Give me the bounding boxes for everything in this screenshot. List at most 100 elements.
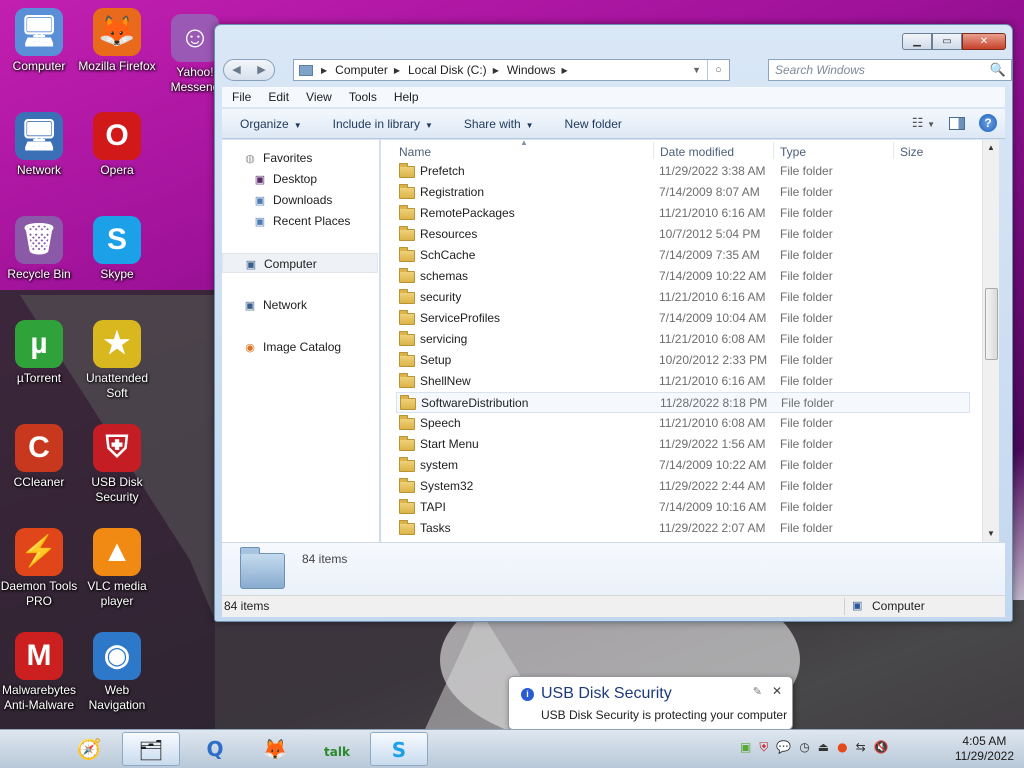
file-row[interactable]: Tasks 11/29/2022 2:07 AM File folder	[381, 518, 999, 539]
nav-image-catalog[interactable]: ◉ Image Catalog	[222, 337, 378, 357]
close-button[interactable]: ✕	[962, 33, 1006, 50]
file-row[interactable]: System32 11/29/2022 2:44 AM File folder	[381, 476, 999, 497]
desktop-icon-star[interactable]: ★ Unattended Soft	[78, 320, 156, 401]
file-row[interactable]: ServiceProfiles 7/14/2009 10:04 AM File fo…	[381, 308, 999, 329]
refresh-icon[interactable]: ○	[707, 60, 729, 80]
search-icon[interactable]: 🔍	[990, 62, 1006, 78]
file-row[interactable]: Setup 10/20/2012 2:33 PM File folder	[381, 350, 999, 371]
view-options-icon[interactable]: ☷ ▼	[912, 115, 935, 131]
desktop-icon-firefox[interactable]: 🦊 Mozilla Firefox	[78, 8, 156, 74]
desktop-icon-vlc[interactable]: ▲ VLC media player	[78, 528, 156, 609]
desktop-icon-utorrent[interactable]: µ µTorrent	[0, 320, 78, 386]
desktop-icon-label: CCleaner	[13, 475, 65, 489]
recent-places-icon: ▣	[254, 216, 266, 228]
pin-icon[interactable]: ✎	[753, 685, 762, 698]
clock-icon[interactable]: ◷	[799, 740, 809, 755]
desktop-icon-network[interactable]: 🖥 Network	[0, 112, 78, 178]
file-row[interactable]: SchCache 7/14/2009 7:35 AM File folder	[381, 245, 999, 266]
column-name[interactable]: Name	[399, 145, 431, 159]
tray-app-icon[interactable]: ▣	[740, 740, 751, 755]
menu-tools[interactable]: Tools	[339, 90, 384, 104]
menu-edit[interactable]: Edit	[258, 90, 296, 104]
menu-help[interactable]: Help	[384, 90, 426, 104]
breadcrumb-local-disk[interactable]: Local Disk (C:)	[408, 63, 487, 77]
share-with-button[interactable]: Share with ▼	[446, 117, 547, 131]
nav-downloads[interactable]: ▣ Downloads	[222, 190, 378, 210]
desktop-icon-skype[interactable]: S Skype	[78, 216, 156, 282]
nav-desktop[interactable]: ▣ Desktop	[222, 169, 378, 189]
taskbar-firefox-button[interactable]: 🦊	[246, 732, 304, 766]
taskbar-quicktime-button[interactable]: Q	[186, 732, 244, 766]
network-icon[interactable]: ⇆	[856, 740, 866, 755]
desktop-icon-opera[interactable]: O Opera	[78, 112, 156, 178]
help-icon[interactable]: ?	[979, 114, 997, 132]
taskbar-safari-button[interactable]: 🧭	[60, 732, 118, 766]
taskbar-skype-button[interactable]: S	[370, 732, 428, 766]
usb-security-notification[interactable]: i USB Disk Security USB Disk Security is…	[508, 676, 793, 739]
taskbar-apple-button[interactable]	[0, 732, 58, 766]
column-type[interactable]: Type	[780, 145, 806, 159]
forward-button[interactable]: ▶	[249, 60, 274, 80]
file-row[interactable]: Registration 7/14/2009 8:07 AM File folder	[381, 182, 999, 203]
file-name: Tasks	[420, 521, 451, 535]
minimize-button[interactable]: ▁	[902, 33, 932, 50]
scroll-thumb[interactable]	[985, 288, 998, 360]
maximize-button[interactable]: ▭	[932, 33, 962, 50]
address-dropdown-icon[interactable]: ▼	[692, 65, 701, 75]
file-row[interactable]: security 11/21/2010 6:16 AM File folder	[381, 287, 999, 308]
status-location: Computer	[872, 599, 925, 613]
alert-icon[interactable]: ●	[837, 740, 847, 755]
nav-computer[interactable]: ▣ Computer	[222, 253, 378, 273]
desktop-icon-malwarebytes[interactable]: M Malwarebytes Anti-Malware	[0, 632, 78, 713]
desktop-icon-shield[interactable]: ⛨ USB Disk Security	[78, 424, 156, 505]
taskbar-explorer-button[interactable]: 🗂	[122, 732, 180, 766]
file-date: 11/29/2022 2:07 AM	[659, 521, 766, 535]
back-button[interactable]: ◀	[224, 60, 249, 80]
taskbar-google-talk-button[interactable]: talk	[308, 732, 366, 766]
file-row[interactable]: ShellNew 11/21/2010 6:16 AM File folder	[381, 371, 999, 392]
desktop-icon-daemon-tools[interactable]: ⚡ Daemon Tools PRO	[0, 528, 78, 609]
menu-file[interactable]: File	[222, 90, 258, 104]
volume-muted-icon[interactable]: 🔇	[874, 740, 889, 755]
clock[interactable]: 4:05 AM 11/29/2022	[955, 734, 1014, 764]
scroll-up-icon[interactable]: ▲	[983, 140, 999, 156]
downloads-icon: ▣	[254, 195, 266, 207]
toolbar-right: ☷ ▼ ?	[912, 114, 997, 132]
column-size[interactable]: Size	[900, 145, 923, 159]
file-row[interactable]: servicing 11/21/2010 6:08 AM File folder	[381, 329, 999, 350]
file-row[interactable]: Speech 11/21/2010 6:08 AM File folder	[381, 413, 999, 434]
nav-favorites[interactable]: ◍ Favorites	[222, 148, 378, 168]
eject-icon[interactable]: ⏏	[818, 740, 829, 755]
file-row[interactable]: RemotePackages 11/21/2010 6:16 AM File fol…	[381, 203, 999, 224]
search-input[interactable]: Search Windows 🔍	[768, 59, 1012, 81]
breadcrumb-windows[interactable]: Windows	[507, 63, 556, 77]
column-date-modified[interactable]: Date modified	[660, 145, 734, 159]
new-folder-button[interactable]: New folder	[547, 117, 635, 131]
file-row[interactable]: Resources 10/7/2012 5:04 PM File folder	[381, 224, 999, 245]
desktop-icon-ccleaner[interactable]: C CCleaner	[0, 424, 78, 490]
firefox-icon: 🦊	[262, 737, 288, 761]
file-row[interactable]: TAPI 7/14/2009 10:16 AM File folder	[381, 497, 999, 518]
chat-icon[interactable]: 💬	[776, 740, 791, 755]
folder-icon	[399, 226, 415, 241]
shield-icon[interactable]: ⛨	[759, 740, 768, 755]
nav-network[interactable]: ▣ Network	[222, 295, 378, 315]
file-row[interactable]: Prefetch 11/29/2022 3:38 AM File folder	[381, 161, 999, 182]
vertical-scrollbar[interactable]: ▲ ▼	[982, 140, 999, 542]
menu-view[interactable]: View	[296, 90, 339, 104]
desktop-icon-computer[interactable]: 🖥 Computer	[0, 8, 78, 74]
nav-recent-places[interactable]: ▣ Recent Places	[222, 211, 378, 231]
breadcrumb-computer[interactable]: Computer	[335, 63, 388, 77]
file-row[interactable]: schemas 7/14/2009 10:22 AM File folder	[381, 266, 999, 287]
file-row[interactable]: Start Menu 11/29/2022 1:56 AM File folder	[381, 434, 999, 455]
address-bar[interactable]: ▶ Computer ▶ Local Disk (C:) ▶ Windows ▶…	[293, 59, 730, 81]
include-in-library-button[interactable]: Include in library ▼	[315, 117, 446, 131]
close-icon[interactable]: ✕	[772, 684, 782, 698]
desktop-icon-recycle-bin[interactable]: 🗑 Recycle Bin	[0, 216, 78, 282]
desktop-icon-globe[interactable]: ◉ Web Navigation	[78, 632, 156, 713]
preview-pane-icon[interactable]	[949, 116, 965, 130]
scroll-down-icon[interactable]: ▼	[983, 526, 999, 542]
organize-button[interactable]: Organize ▼	[222, 117, 315, 131]
file-row[interactable]: SoftwareDistribution 11/28/2022 8:18 PM Fi…	[396, 392, 970, 413]
file-row[interactable]: system 7/14/2009 10:22 AM File folder	[381, 455, 999, 476]
